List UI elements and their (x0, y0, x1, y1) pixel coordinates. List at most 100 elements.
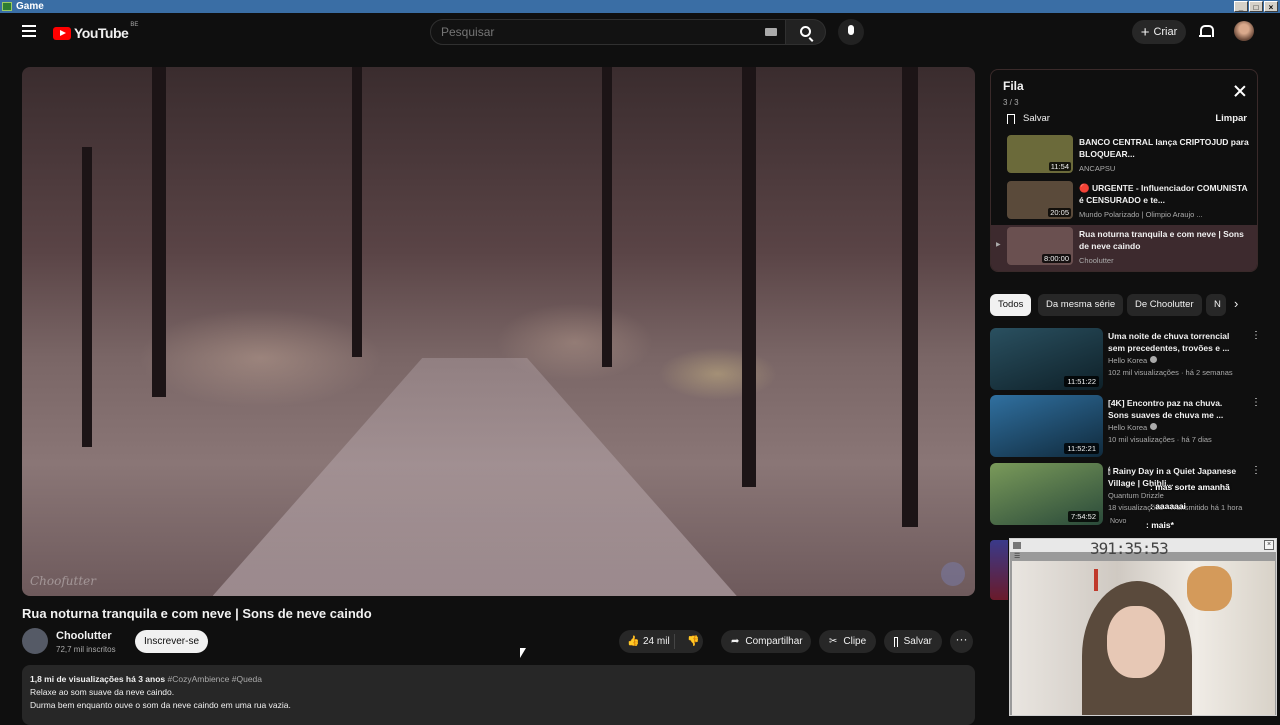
queue-clear-button[interactable]: Limpar (1215, 113, 1247, 124)
video-frame-tree (602, 67, 612, 367)
search-icon (800, 26, 811, 37)
channel-watermark-icon[interactable] (941, 562, 965, 586)
save-label: Salvar (903, 636, 932, 647)
like-dislike-group: 👍 24 mil 👎 (619, 630, 703, 653)
chat-overlay-message: : aaaaaai (1150, 501, 1186, 511)
chat-overlay-message: Novo (1110, 518, 1127, 525)
search-button[interactable] (786, 19, 826, 45)
more-vertical-icon[interactable]: ⋮ (1251, 330, 1261, 341)
duration-badge: 11:54 (1048, 162, 1071, 171)
webcam-menu-icon[interactable]: ☰ (1014, 552, 1020, 560)
window-controls: _ □ × (1234, 1, 1278, 12)
more-actions-button[interactable]: ··· (950, 630, 973, 653)
queue-count: 3 / 3 (1003, 98, 1019, 107)
description-box[interactable]: 1,8 mi de visualizações há 3 anos #CozyA… (22, 665, 975, 725)
close-icon[interactable]: × (1264, 540, 1274, 550)
share-button[interactable]: ➦ Compartilhar (721, 630, 811, 653)
webcam-person-face (1107, 606, 1165, 678)
description-line: Durma bem enquanto ouve o som da neve ca… (30, 700, 291, 710)
chat-overlay-message: : mais* (1146, 520, 1174, 530)
duration-badge: 7:54:52 (1067, 511, 1099, 522)
recommendation-title: Uma noite de chuva torrencial sem preced… (1108, 331, 1230, 353)
queue-item-channel: ANCAPSU (1079, 164, 1116, 173)
queue-save-button[interactable]: Salvar (1007, 113, 1050, 124)
notifications-bell-icon[interactable] (1199, 25, 1214, 38)
recommendation-thumbnail: 11:52:21 (990, 395, 1103, 457)
dislike-button[interactable]: 👎 (681, 636, 703, 647)
video-frame-tree (742, 67, 756, 487)
like-count: 24 mil (643, 636, 670, 647)
queue-thumbnail: 20:05 (1007, 181, 1073, 219)
clip-button[interactable]: ✂ Clipe (819, 630, 876, 653)
share-icon: ➦ (731, 635, 740, 647)
channel-label: Quantum Drizzle (1108, 491, 1164, 500)
chip-more[interactable]: N (1206, 294, 1226, 316)
window-title: Game (16, 1, 44, 12)
duration-badge: 11:52:21 (1064, 443, 1099, 454)
video-frame-street (212, 357, 737, 596)
recommendation-item[interactable]: 7:54:52 🕯 Rainy Day in a Quiet Japanese … (990, 463, 1261, 525)
minimize-icon[interactable]: _ (1234, 1, 1248, 12)
recommendation-channel: Hello Korea (1108, 423, 1158, 432)
recommendation-thumbnail-partial[interactable] (990, 540, 1008, 600)
chevron-right-icon[interactable]: › (1234, 296, 1238, 311)
webcam-overlay[interactable]: 391:35:53 × ☰ (1009, 538, 1277, 716)
queue-item-channel: Mundo Polarizado | Olimpio Araujo ... (1079, 210, 1203, 219)
webcam-cat (1187, 566, 1232, 611)
more-vertical-icon[interactable]: ⋮ (1251, 397, 1261, 408)
bookmark-icon (894, 636, 898, 647)
channel-avatar[interactable] (22, 628, 48, 654)
search-input[interactable] (441, 25, 741, 39)
voice-search-button[interactable] (838, 19, 864, 45)
duration-badge: 11:51:22 (1064, 376, 1099, 387)
more-vertical-icon[interactable]: ⋮ (1251, 465, 1261, 476)
close-icon[interactable] (1233, 84, 1247, 98)
duration-badge: 8:00:00 (1041, 254, 1071, 263)
webcam-background-object (1094, 569, 1098, 591)
hashtags[interactable]: #CozyAmbience #Queda (168, 674, 263, 684)
video-player[interactable]: Choofutter (22, 67, 975, 596)
thumbs-down-icon: 👎 (686, 636, 700, 647)
plus-icon: + (1140, 23, 1150, 41)
view-count-date: 1,8 mi de visualizações há 3 anos (30, 674, 166, 684)
queue-save-label: Salvar (1023, 113, 1050, 124)
more-horizontal-icon: ··· (955, 632, 968, 646)
search-box (430, 19, 786, 45)
recommendation-thumbnail: 7:54:52 (990, 463, 1103, 525)
hamburger-menu-icon[interactable] (22, 25, 36, 37)
chip-same-series[interactable]: Da mesma série (1038, 294, 1124, 316)
subscriber-count: 72,7 mil inscritos (56, 645, 116, 654)
recommendation-item[interactable]: 11:52:21 [4K] Encontro paz na chuva. Son… (990, 395, 1261, 457)
queue-item-title: 🔴 URGENTE - Influenciador COMUNISTA é CE… (1079, 183, 1248, 205)
queue-item[interactable]: 20:05 🔴 URGENTE - Influenciador COMUNIST… (991, 179, 1257, 225)
recommendation-meta: 10 mil visualizações · há 7 dias (1108, 435, 1212, 444)
queue-panel: Fila 3 / 3 Salvar Limpar 11:54 BANCO CEN… (990, 69, 1258, 272)
queue-thumbnail: 8:00:00 (1007, 227, 1073, 265)
recommendation-channel: Quantum Drizzle (1108, 491, 1164, 500)
now-playing-icon: ▶ (996, 242, 1001, 248)
close-window-icon[interactable]: × (1264, 1, 1278, 12)
recommendation-item[interactable]: 11:51:22 Uma noite de chuva torrencial s… (990, 328, 1261, 390)
youtube-logo[interactable]: YouTube BE (53, 22, 138, 41)
masthead: YouTube BE + Criar (0, 13, 1280, 55)
queue-item-title: BANCO CENTRAL lança CRIPTOJUD para BLOQU… (1079, 137, 1249, 159)
chip-all[interactable]: Todos (990, 294, 1032, 316)
mic-icon (848, 25, 854, 35)
queue-item[interactable]: 11:54 BANCO CENTRAL lança CRIPTOJUD para… (991, 133, 1257, 179)
queue-item-title: Rua noturna tranquila e com neve | Sons … (1079, 229, 1244, 251)
recommendation-title: [4K] Encontro paz na chuva. Sons suaves … (1108, 398, 1224, 420)
account-avatar[interactable] (1234, 21, 1254, 41)
keyboard-icon[interactable] (765, 28, 777, 36)
maximize-icon[interactable]: □ (1249, 1, 1263, 12)
recommendation-thumbnail: 11:51:22 (990, 328, 1103, 390)
description-line: Relaxe ao som suave da neve caindo. (30, 687, 175, 697)
scissors-icon: ✂ (829, 635, 838, 647)
channel-name[interactable]: Choolutter (56, 630, 112, 642)
queue-item-current[interactable]: ▶ 8:00:00 Rua noturna tranquila e com ne… (991, 225, 1257, 271)
chip-from-channel[interactable]: De Choolutter (1127, 294, 1202, 316)
verified-icon (1150, 356, 1158, 363)
subscribe-button[interactable]: Inscrever-se (135, 630, 208, 653)
create-button[interactable]: + Criar (1132, 20, 1186, 44)
like-button[interactable]: 👍 24 mil (619, 634, 675, 649)
save-button[interactable]: Salvar (884, 630, 942, 653)
